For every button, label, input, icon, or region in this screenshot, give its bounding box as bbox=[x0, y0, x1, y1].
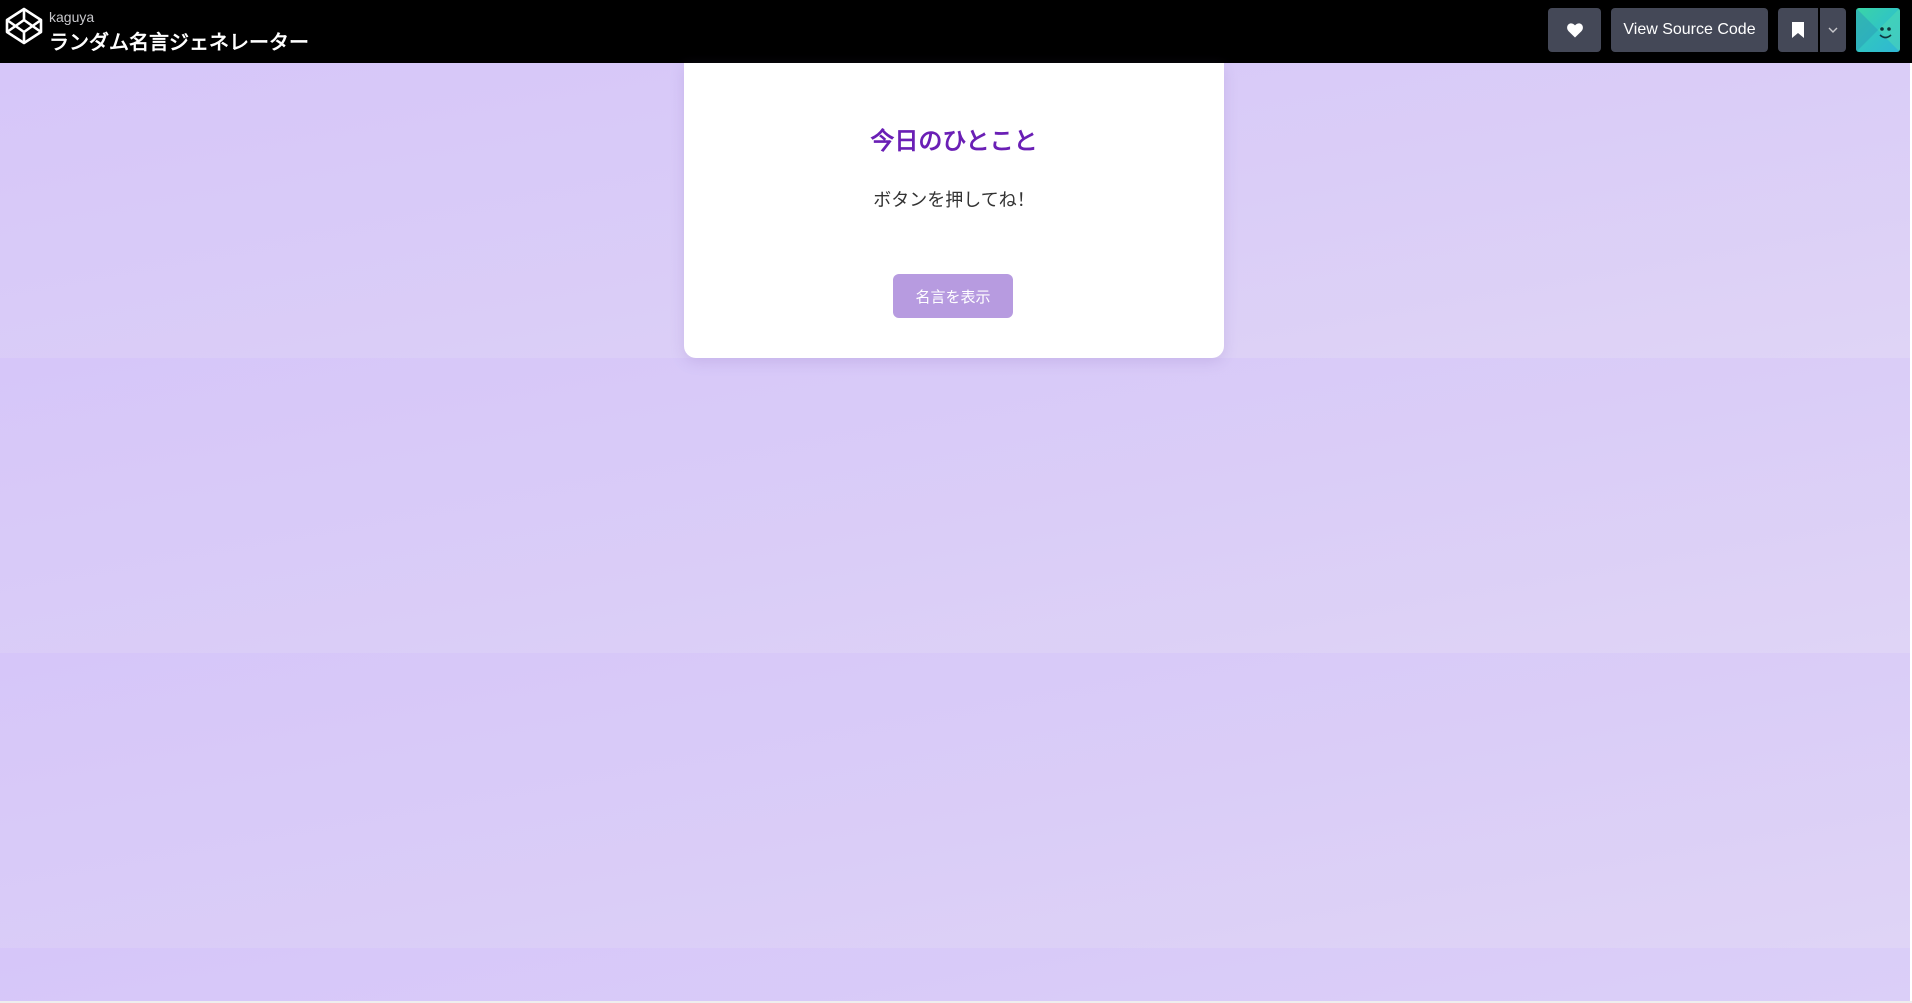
top-bar: kaguya ランダム名言ジェネレーター View Source Code bbox=[0, 0, 1912, 63]
card-title: 今日のひとこと bbox=[870, 127, 1038, 155]
chevron-down-icon bbox=[1828, 27, 1838, 33]
avatar-icon bbox=[1856, 8, 1900, 52]
background-band bbox=[0, 358, 1910, 653]
user-avatar[interactable] bbox=[1856, 8, 1900, 52]
quote-card: 今日のひとこと ボタンを押してね！ 名言を表示 bbox=[684, 63, 1224, 358]
bookmark-button[interactable] bbox=[1778, 8, 1818, 52]
quote-text: ボタンを押してね！ bbox=[873, 190, 1035, 211]
heart-button[interactable] bbox=[1548, 8, 1601, 52]
view-source-button[interactable]: View Source Code bbox=[1611, 8, 1768, 52]
background-band bbox=[0, 653, 1910, 948]
pen-author[interactable]: kaguya bbox=[49, 9, 94, 25]
background-band bbox=[0, 948, 1910, 1001]
pen-title: ランダム名言ジェネレーター bbox=[49, 30, 309, 54]
bookmark-icon bbox=[1792, 22, 1804, 38]
bookmark-dropdown-button[interactable] bbox=[1820, 8, 1846, 52]
codepen-logo-icon[interactable] bbox=[5, 7, 43, 45]
show-quote-button[interactable]: 名言を表示 bbox=[893, 274, 1013, 318]
preview-area: 今日のひとこと ボタンを押してね！ 名言を表示 bbox=[0, 63, 1910, 1001]
heart-icon bbox=[1566, 22, 1583, 37]
